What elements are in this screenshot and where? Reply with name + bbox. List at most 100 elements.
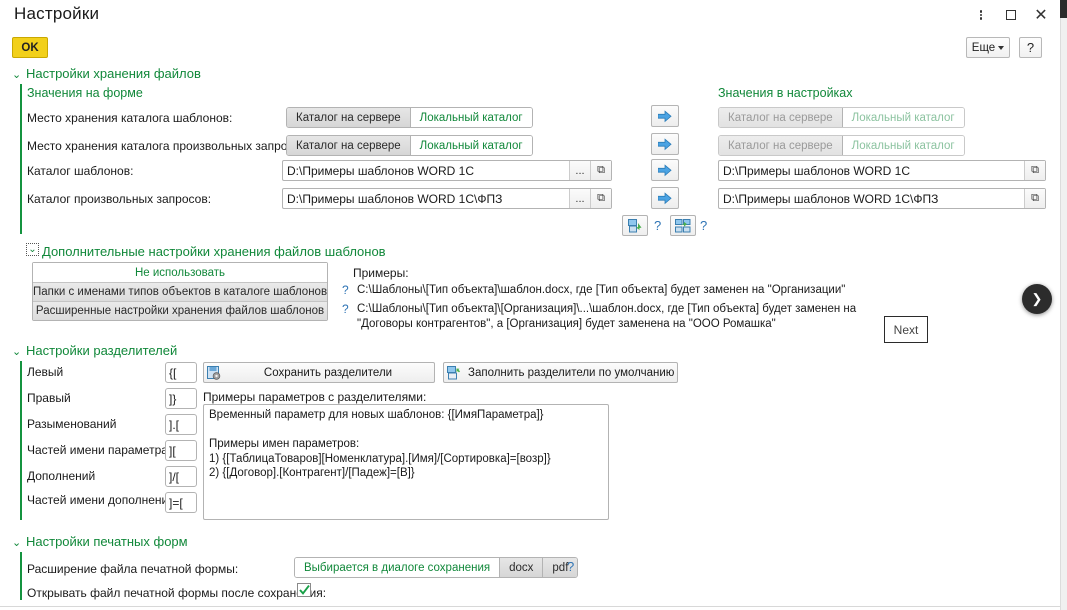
chevron-right-icon[interactable]: ❯ <box>1022 284 1052 314</box>
queries-catalog-value[interactable]: D:\Примеры шаблонов WORD 1C\ФПЗ <box>283 192 569 206</box>
input-separator-addition-parts[interactable]: ]=[ <box>165 492 197 513</box>
label-queries-catalog: Каталог произвольных запросов: <box>27 192 212 206</box>
open-folder-icon[interactable]: ⧉ <box>590 161 611 180</box>
blue-right-arrow-icon <box>658 163 672 176</box>
label-separator-dereference: Разыменований <box>27 417 117 431</box>
copy-single-help-icon[interactable]: ? <box>654 218 661 233</box>
group-header-separators[interactable]: ⌄ Настройки разделителей <box>12 343 177 358</box>
segment-option-dialog[interactable]: Выбирается в диалоге сохранения <box>295 558 500 577</box>
input-separator-right[interactable]: ]} <box>165 388 197 409</box>
separator-examples-label: Примеры параметров с разделителями: <box>203 390 427 404</box>
fill-default-separators-label: Заполнить разделители по умолчанию <box>468 366 675 379</box>
chevron-down-icon: ⌄ <box>12 346 22 358</box>
example-text-2: C:\Шаблоны\[Тип объекта]\[Организация]\.… <box>357 303 857 330</box>
right-scroll-strip[interactable] <box>1060 0 1067 610</box>
templates-catalog-value[interactable]: D:\Примеры шаблонов WORD 1C <box>283 164 569 178</box>
group-header-file-storage[interactable]: ⌄ Настройки хранения файлов <box>12 66 201 81</box>
group-header-additional-storage[interactable]: Дополнительные настройки хранения файлов… <box>42 244 386 259</box>
option-do-not-use[interactable]: Не использовать <box>33 263 327 282</box>
print-extension-help-icon[interactable]: ? <box>567 559 574 574</box>
queries-catalog-field[interactable]: D:\Примеры шаблонов WORD 1C\ФПЗ ... ⧉ <box>282 188 612 209</box>
ok-button[interactable]: OK <box>12 37 48 58</box>
example-text-1: C:\Шаблоны\[Тип объекта]\шаблон.docx, гд… <box>357 284 846 296</box>
segment-option-server[interactable]: Каталог на сервере <box>287 136 411 155</box>
blue-right-arrow-icon <box>658 191 672 204</box>
label-print-extension: Расширение файла печатной формы: <box>27 562 239 576</box>
label-separator-additions: Дополнений <box>27 469 96 483</box>
settings-queries-catalog-field[interactable]: D:\Примеры шаблонов WORD 1C\ФПЗ ⧉ <box>718 188 1046 209</box>
settings-values-caption: Значения в настройках <box>718 86 853 100</box>
segmented-queries-storage-place[interactable]: Каталог на сервере Локальный каталог <box>286 135 533 156</box>
open-folder-icon[interactable]: ⧉ <box>1024 161 1045 180</box>
label-queries-storage-place: Место хранения каталога произвольных зап… <box>27 139 310 153</box>
segment-option-server[interactable]: Каталог на сервере <box>287 108 411 127</box>
title-bar: Настройки ✕ <box>0 0 1067 30</box>
browse-button[interactable]: ... <box>569 189 590 208</box>
option-folders-by-object-type[interactable]: Папки с именами типов объектов в каталог… <box>33 282 327 301</box>
segmented-template-storage-place[interactable]: Каталог на сервере Локальный каталог <box>286 107 533 128</box>
save-separators-label: Сохранить разделители <box>263 366 393 379</box>
examples-title: Примеры: <box>353 266 409 280</box>
save-separators-icon <box>207 365 222 380</box>
settings-templates-catalog-field[interactable]: D:\Примеры шаблонов WORD 1C ⧉ <box>718 160 1046 181</box>
label-separator-name-parts: Частей имени параметра <box>27 443 168 457</box>
input-separator-name-parts[interactable]: ][ <box>165 440 197 461</box>
bottom-divider <box>0 606 1060 607</box>
label-separator-right: Правый <box>27 391 71 405</box>
group-header-print-forms[interactable]: ⌄ Настройки печатных форм <box>12 534 188 549</box>
templates-catalog-field[interactable]: D:\Примеры шаблонов WORD 1C ... ⧉ <box>282 160 612 181</box>
chevron-down-icon: ⌄ <box>28 243 37 255</box>
settings-segment-option-local: Локальный каталог <box>842 136 964 155</box>
more-vertical-icon[interactable] <box>970 4 992 26</box>
copy-to-settings-button-1[interactable] <box>651 105 679 127</box>
settings-segment-option-local: Локальный каталог <box>842 108 964 127</box>
maximize-icon[interactable] <box>1000 4 1022 26</box>
additional-storage-option-list[interactable]: Не использовать Папки с именами типов об… <box>32 262 328 321</box>
input-separator-dereference[interactable]: ].[ <box>165 414 197 435</box>
copy-to-settings-button-4[interactable] <box>651 187 679 209</box>
settings-queries-catalog-value[interactable]: D:\Примеры шаблонов WORD 1C\ФПЗ <box>719 192 1024 206</box>
more-menu-label: Еще <box>971 41 996 54</box>
settings-segmented-template-storage-place: Каталог на сервере Локальный каталог <box>718 107 965 128</box>
separator-examples-textarea[interactable]: Временный параметр для новых шаблонов: {… <box>203 404 609 520</box>
segment-option-docx[interactable]: docx <box>499 558 543 577</box>
help-button[interactable]: ? <box>1019 37 1042 58</box>
fill-default-separators-button[interactable]: Заполнить разделители по умолчанию <box>443 362 678 383</box>
segmented-print-extension[interactable]: Выбирается в диалоге сохранения docx pdf <box>294 557 579 578</box>
blue-right-arrow-icon <box>658 137 672 150</box>
right-strip-cap <box>1060 0 1067 18</box>
blue-right-arrow-icon <box>658 109 672 122</box>
copy-to-settings-button-3[interactable] <box>651 159 679 181</box>
chevron-down-icon: ⌄ <box>12 69 22 81</box>
label-template-storage-place: Место хранения каталога шаблонов: <box>27 111 233 125</box>
window-title: Настройки <box>14 4 100 23</box>
checkbox-open-after-save[interactable] <box>297 583 311 597</box>
group-title-separators: Настройки разделителей <box>26 343 178 358</box>
copy-all-icon <box>675 218 691 232</box>
save-separators-button[interactable]: Сохранить разделители <box>203 362 435 383</box>
option-extended-storage-settings[interactable]: Расширенные настройки хранения файлов ша… <box>33 301 327 320</box>
input-separator-left[interactable]: {[ <box>165 362 197 383</box>
copy-all-help-icon[interactable]: ? <box>700 218 707 233</box>
checkmark-icon <box>298 585 310 595</box>
example-marker-icon-1[interactable]: ? <box>342 283 349 297</box>
browse-button[interactable]: ... <box>569 161 590 180</box>
settings-segment-option-server: Каталог на сервере <box>719 136 843 155</box>
copy-single-button[interactable] <box>622 215 648 236</box>
form-values-caption: Значения на форме <box>27 86 143 100</box>
settings-templates-catalog-value[interactable]: D:\Примеры шаблонов WORD 1C <box>719 164 1024 178</box>
chevron-down-icon: ⌄ <box>12 537 22 549</box>
segment-option-local[interactable]: Локальный каталог <box>410 108 532 127</box>
example-marker-icon-2[interactable]: ? <box>342 302 349 316</box>
additional-storage-collapse-toggle[interactable]: ⌄ <box>26 243 39 256</box>
copy-all-button[interactable] <box>670 215 696 236</box>
segment-option-local[interactable]: Локальный каталог <box>410 136 532 155</box>
close-icon[interactable]: ✕ <box>1030 4 1052 26</box>
open-folder-icon[interactable]: ⧉ <box>590 189 611 208</box>
copy-to-settings-button-2[interactable] <box>651 133 679 155</box>
more-menu-button[interactable]: Еще <box>966 37 1010 58</box>
label-templates-catalog: Каталог шаблонов: <box>27 164 134 178</box>
open-folder-icon[interactable]: ⧉ <box>1024 189 1045 208</box>
input-separator-additions[interactable]: ]/[ <box>165 466 197 487</box>
next-button[interactable]: Next <box>884 316 928 343</box>
